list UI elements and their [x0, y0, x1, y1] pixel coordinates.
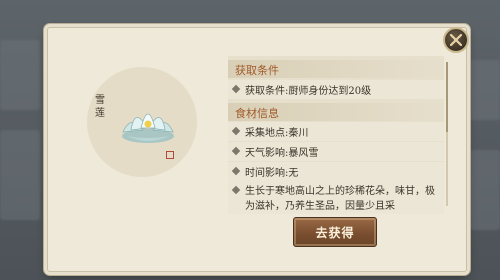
diamond-bullet-icon: [231, 166, 241, 176]
background-panel: [0, 40, 40, 110]
section-header-info: 食材信息: [228, 103, 444, 121]
item-name: 雪莲: [95, 95, 105, 119]
seal-stamp: [166, 151, 174, 159]
diamond-bullet-icon: [231, 146, 241, 156]
gather-location: 采集地点:秦川: [245, 128, 309, 139]
acquire-condition: 获取条件:厨师身份达到20级: [245, 86, 372, 97]
diamond-bullet-icon: [231, 84, 241, 94]
list-item: 天气影响:暴风雪: [228, 142, 444, 161]
scrollbar-thumb[interactable]: [446, 62, 448, 132]
time-effect: 时间影响:无: [245, 168, 299, 179]
background-panel: [0, 130, 40, 220]
close-x-icon: [449, 33, 463, 47]
weather-effect: 天气影响:暴风雪: [245, 148, 319, 159]
background-panel: [470, 150, 500, 230]
item-description: 生长于寒地高山之上的珍稀花朵，味甘，极为滋补，乃养生圣品，因量少且采: [245, 186, 435, 212]
go-obtain-label: 去获得: [315, 225, 355, 240]
snow-lotus-icon: [122, 113, 174, 143]
list-item: 采集地点:秦川: [228, 122, 444, 141]
go-obtain-button[interactable]: 去获得: [293, 217, 377, 247]
list-item: 获取条件:厨师身份达到20级: [228, 80, 444, 99]
background-panel: [470, 60, 500, 120]
section-title: 食材信息: [235, 107, 279, 120]
section-title: 获取条件: [235, 64, 279, 77]
diamond-bullet-icon: [231, 126, 241, 136]
info-panel: 获取条件 获取条件:厨师身份达到20级 食材信息 采集地点:秦川 天气影响:暴风…: [228, 56, 444, 214]
close-button[interactable]: [443, 27, 469, 53]
diamond-bullet-icon: [231, 185, 241, 195]
description-block: 生长于寒地高山之上的珍稀花朵，味甘，极为滋补，乃养生圣品，因量少且采: [228, 181, 444, 214]
list-item: 时间影响:无: [228, 162, 444, 181]
section-header-acquire: 获取条件: [228, 60, 444, 78]
